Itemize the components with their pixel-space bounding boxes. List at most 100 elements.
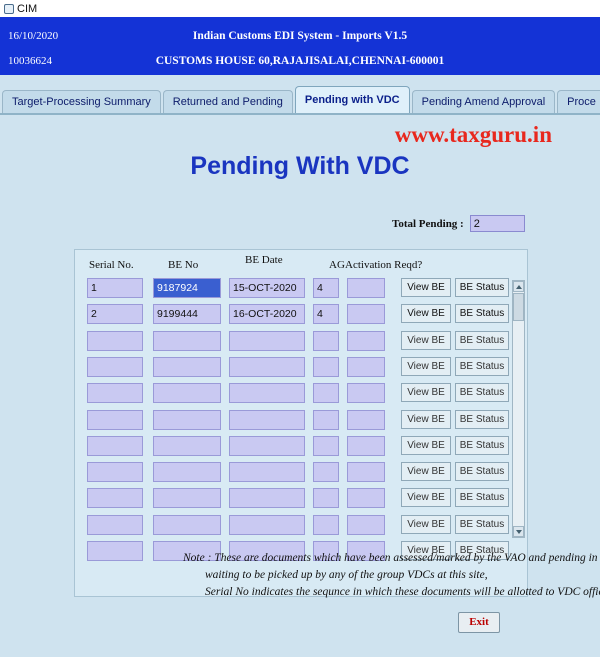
cell-serial-no[interactable]: [87, 436, 143, 456]
application-header: 16/10/2020 10036624 Indian Customs EDI S…: [0, 17, 600, 75]
cell-be-no[interactable]: 9199444: [153, 304, 221, 324]
cell-ag[interactable]: [313, 462, 339, 482]
header-system-title: Indian Customs EDI System - Imports V1.5: [192, 30, 408, 42]
cell-be-no[interactable]: [153, 383, 221, 403]
tab-pending-amend-approval[interactable]: Pending Amend Approval: [411, 90, 556, 114]
cell-serial-no[interactable]: [87, 357, 143, 377]
cell-be-no[interactable]: [153, 462, 221, 482]
cell-serial-no[interactable]: [87, 383, 143, 403]
cell-serial-no[interactable]: 2: [87, 304, 143, 324]
cell-be-date[interactable]: [229, 331, 305, 351]
cell-serial-no[interactable]: 1: [87, 278, 143, 298]
cell-serial-no[interactable]: [87, 488, 143, 508]
view-be-button[interactable]: View BE: [401, 331, 451, 350]
cell-be-no[interactable]: [153, 515, 221, 535]
view-be-button[interactable]: View BE: [401, 278, 451, 297]
cell-activation-reqd[interactable]: [347, 304, 385, 324]
view-be-button[interactable]: View BE: [401, 515, 451, 534]
be-status-button[interactable]: BE Status: [455, 410, 509, 429]
column-header-be-no: BE No: [168, 259, 199, 271]
watermark: www.taxguru.in: [394, 122, 552, 147]
view-be-button[interactable]: View BE: [401, 304, 451, 323]
view-be-button[interactable]: View BE: [401, 410, 451, 429]
window-title: CIM: [17, 2, 38, 15]
tab-target-processing-summary[interactable]: Target-Processing Summary: [2, 90, 161, 114]
note-line-3: Serial No indicates the sequnce in which…: [205, 586, 600, 598]
column-header-ag: AG: [329, 259, 345, 271]
cell-be-date[interactable]: [229, 436, 305, 456]
cell-be-no[interactable]: [153, 331, 221, 351]
scroll-up-arrow-icon[interactable]: [513, 281, 524, 292]
page-title: Pending With VDC: [190, 152, 410, 180]
view-be-button[interactable]: View BE: [401, 357, 451, 376]
note-text: Note : These are documents which have be…: [183, 550, 600, 601]
tab-process[interactable]: Proce: [557, 90, 600, 114]
tab-strip: Target-Processing Summary Returned and P…: [0, 84, 600, 114]
cell-ag[interactable]: [313, 357, 339, 377]
cell-be-no[interactable]: [153, 410, 221, 430]
be-status-button[interactable]: BE Status: [455, 278, 509, 297]
cell-ag[interactable]: 4: [313, 304, 339, 324]
cell-ag[interactable]: [313, 331, 339, 351]
cell-be-no[interactable]: [153, 488, 221, 508]
grid-scrollbar[interactable]: [512, 280, 525, 538]
be-status-button[interactable]: BE Status: [455, 304, 509, 323]
tab-pending-with-vdc[interactable]: Pending with VDC: [294, 86, 410, 114]
cell-serial-no[interactable]: [87, 462, 143, 482]
cell-activation-reqd[interactable]: [347, 436, 385, 456]
total-pending-group: Total Pending : 2: [392, 215, 525, 232]
header-location: CUSTOMS HOUSE 60,RAJAJISALAI,CHENNAI-600…: [155, 55, 445, 67]
be-status-button[interactable]: BE Status: [455, 383, 509, 402]
cell-activation-reqd[interactable]: [347, 488, 385, 508]
cell-be-no[interactable]: [153, 436, 221, 456]
view-be-button[interactable]: View BE: [401, 383, 451, 402]
cell-serial-no[interactable]: [87, 410, 143, 430]
cell-ag[interactable]: [313, 383, 339, 403]
cell-activation-reqd[interactable]: [347, 462, 385, 482]
footer-strip: [0, 651, 600, 657]
column-header-be-date: BE Date: [245, 254, 283, 266]
cell-be-date[interactable]: [229, 462, 305, 482]
cell-be-date[interactable]: [229, 410, 305, 430]
cell-activation-reqd[interactable]: [347, 278, 385, 298]
cell-ag[interactable]: 4: [313, 278, 339, 298]
cell-activation-reqd[interactable]: [347, 410, 385, 430]
exit-button[interactable]: Exit: [458, 612, 500, 633]
cell-serial-no[interactable]: [87, 515, 143, 535]
cell-ag[interactable]: [313, 410, 339, 430]
window-titlebar: CIM: [0, 0, 600, 17]
cell-be-date[interactable]: [229, 488, 305, 508]
be-status-button[interactable]: BE Status: [455, 462, 509, 481]
cell-be-date[interactable]: 15-OCT-2020: [229, 278, 305, 298]
note-line-1: Note : These are documents which have be…: [183, 552, 600, 564]
view-be-button[interactable]: View BE: [401, 462, 451, 481]
view-be-button[interactable]: View BE: [401, 436, 451, 455]
cell-be-date[interactable]: [229, 357, 305, 377]
cell-be-date[interactable]: 16-OCT-2020: [229, 304, 305, 324]
cell-activation-reqd[interactable]: [347, 515, 385, 535]
cell-be-date[interactable]: [229, 383, 305, 403]
application-window: CIM 16/10/2020 10036624 Indian Customs E…: [0, 0, 600, 657]
cell-be-no[interactable]: 9187924: [153, 278, 221, 298]
cell-activation-reqd[interactable]: [347, 331, 385, 351]
be-status-button[interactable]: BE Status: [455, 331, 509, 350]
cell-ag[interactable]: [313, 436, 339, 456]
cell-be-date[interactable]: [229, 515, 305, 535]
be-status-button[interactable]: BE Status: [455, 515, 509, 534]
be-status-button[interactable]: BE Status: [455, 488, 509, 507]
cell-ag[interactable]: [313, 515, 339, 535]
total-pending-value: 2: [469, 215, 525, 232]
tab-returned-and-pending[interactable]: Returned and Pending: [162, 90, 293, 114]
cell-serial-no[interactable]: [87, 541, 143, 561]
be-status-button[interactable]: BE Status: [455, 357, 509, 376]
cell-serial-no[interactable]: [87, 331, 143, 351]
cell-ag[interactable]: [313, 488, 339, 508]
cell-be-no[interactable]: [153, 357, 221, 377]
view-be-button[interactable]: View BE: [401, 488, 451, 507]
scrollbar-thumb[interactable]: [513, 293, 524, 321]
cell-activation-reqd[interactable]: [347, 383, 385, 403]
be-status-button[interactable]: BE Status: [455, 436, 509, 455]
scroll-down-arrow-icon[interactable]: [513, 526, 524, 537]
column-header-activation-reqd: Activation Reqd?: [345, 259, 423, 271]
cell-activation-reqd[interactable]: [347, 357, 385, 377]
